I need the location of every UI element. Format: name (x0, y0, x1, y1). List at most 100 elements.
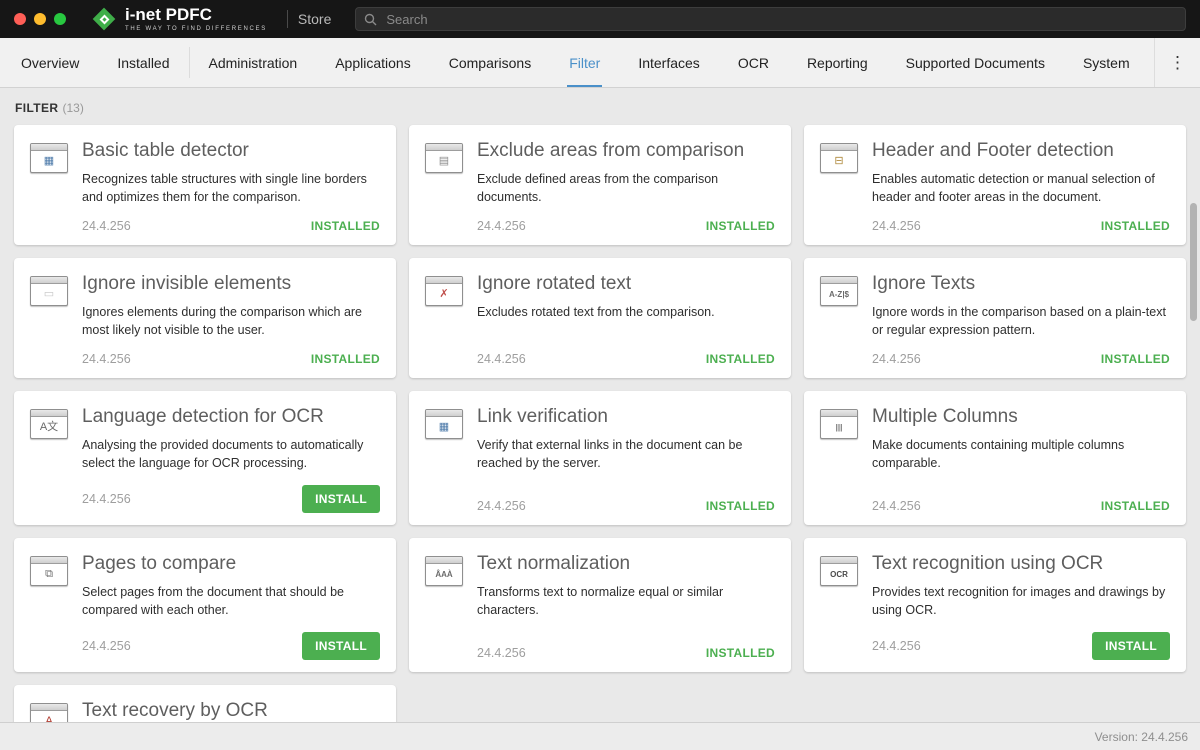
plugin-card[interactable]: A文 Language detection for OCR Analysing … (14, 391, 396, 525)
card-footer: 24.4.256 INSTALLED (82, 206, 380, 233)
plugin-card[interactable]: ||| Multiple Columns Make documents cont… (804, 391, 1186, 525)
tab-ocr[interactable]: OCR (719, 38, 788, 87)
plugin-icon-titlebar (31, 557, 67, 564)
plugin-version: 24.4.256 (477, 352, 526, 366)
plugin-description: Analysing the provided documents to auto… (82, 436, 380, 472)
section-title: Store (298, 11, 331, 27)
filter-count: (13) (63, 101, 84, 115)
card-text: Text recovery by OCR A filter that uses … (82, 700, 380, 722)
install-button[interactable]: INSTALL (302, 485, 380, 513)
card-text: Language detection for OCR Analysing the… (82, 406, 380, 472)
plugin-title: Text recognition using OCR (872, 553, 1170, 575)
plugin-version: 24.4.256 (872, 352, 921, 366)
card-top: OCR Text recognition using OCR Provides … (820, 553, 1170, 619)
plugin-card[interactable]: ÂAÀ Text normalization Transforms text t… (409, 538, 791, 672)
title-bar: i-net PDFC THE WAY TO FIND DIFFERENCES S… (0, 0, 1200, 38)
plugin-version: 24.4.256 (82, 492, 131, 506)
plugin-title: Header and Footer detection (872, 140, 1170, 162)
more-options-icon[interactable] (1154, 38, 1200, 87)
card-footer: 24.4.256 INSTALL (872, 619, 1170, 660)
plugin-card[interactable]: ⊟ Header and Footer detection Enables au… (804, 125, 1186, 245)
tab-applications[interactable]: Applications (316, 38, 430, 87)
card-top: ▦ Basic table detector Recognizes table … (30, 140, 380, 206)
install-button[interactable]: INSTALL (302, 632, 380, 660)
brand-name: i-net PDFC (125, 6, 267, 23)
plugin-icon-body: ▦ (31, 151, 67, 172)
card-text: Ignore rotated text Excludes rotated tex… (477, 273, 775, 321)
search-box[interactable] (355, 7, 1186, 31)
plugin-card[interactable]: OCR Text recognition using OCR Provides … (804, 538, 1186, 672)
plugin-description: Provides text recognition for images and… (872, 583, 1170, 619)
plugin-description: Ignore words in the comparison based on … (872, 303, 1170, 339)
search-input[interactable] (384, 11, 1177, 28)
plugin-title: Ignore Texts (872, 273, 1170, 295)
tab-comparisons[interactable]: Comparisons (430, 38, 550, 87)
plugin-icon-glyph: ▤ (439, 156, 449, 167)
plugin-icon-glyph: OCR (830, 571, 848, 579)
zoom-window-button[interactable] (54, 13, 66, 25)
ocr-recovery-icon: A (30, 703, 68, 722)
install-button[interactable]: INSTALL (1092, 632, 1170, 660)
plugin-version: 24.4.256 (872, 499, 921, 513)
plugin-icon-titlebar (821, 557, 857, 564)
tab-reporting[interactable]: Reporting (788, 38, 887, 87)
exclude-areas-icon: ▤ (425, 143, 463, 173)
plugin-card[interactable]: A Text recovery by OCR A filter that use… (14, 685, 396, 722)
card-top: ⧉ Pages to compare Select pages from the… (30, 553, 380, 619)
plugin-card[interactable]: ▤ Exclude areas from comparison Exclude … (409, 125, 791, 245)
window-controls (14, 13, 66, 25)
plugin-icon-body: ÂAÀ (426, 564, 462, 585)
plugin-icon-glyph: ▭ (44, 289, 54, 300)
plugin-icon-body: ✗ (426, 284, 462, 305)
tab-overview[interactable]: Overview (2, 38, 98, 87)
tab-interfaces[interactable]: Interfaces (619, 38, 718, 87)
vertical-scrollbar[interactable] (1190, 203, 1197, 321)
plugin-title: Pages to compare (82, 553, 380, 575)
plugin-title: Basic table detector (82, 140, 380, 162)
plugin-card[interactable]: ▭ Ignore invisible elements Ignores elem… (14, 258, 396, 378)
pages-compare-icon: ⧉ (30, 556, 68, 586)
card-top: ✗ Ignore rotated text Excludes rotated t… (425, 273, 775, 321)
card-footer: 24.4.256 INSTALLED (477, 339, 775, 366)
plugin-icon-body: ▦ (426, 417, 462, 438)
card-top: ÂAÀ Text normalization Transforms text t… (425, 553, 775, 619)
card-grid: ▦ Basic table detector Recognizes table … (14, 125, 1186, 722)
plugin-card[interactable]: ▦ Basic table detector Recognizes table … (14, 125, 396, 245)
filter-heading: FILTER (15, 101, 59, 115)
plugin-description: Recognizes table structures with single … (82, 170, 380, 206)
plugin-icon-glyph: ✗ (439, 289, 448, 300)
invisible-elements-icon: ▭ (30, 276, 68, 306)
plugin-card[interactable]: ▦ Link verification Verify that external… (409, 391, 791, 525)
close-window-button[interactable] (14, 13, 26, 25)
card-top: A-Z|$ Ignore Texts Ignore words in the c… (820, 273, 1170, 339)
tab-filter[interactable]: Filter (550, 38, 619, 87)
ocr-recognition-icon: OCR (820, 556, 858, 586)
card-footer: 24.4.256 INSTALLED (477, 633, 775, 660)
link-verification-icon: ▦ (425, 409, 463, 439)
card-footer: 24.4.256 INSTALL (82, 619, 380, 660)
card-top: ||| Multiple Columns Make documents cont… (820, 406, 1170, 472)
minimize-window-button[interactable] (34, 13, 46, 25)
plugin-version: 24.4.256 (477, 219, 526, 233)
section-heading: FILTER (13) (14, 88, 1186, 125)
plugin-icon-glyph: A-Z|$ (829, 291, 849, 299)
tab-supported-documents[interactable]: Supported Documents (887, 38, 1064, 87)
plugin-icon-glyph: ||| (836, 424, 843, 432)
tab-system[interactable]: System (1064, 38, 1149, 87)
card-text: Multiple Columns Make documents containi… (872, 406, 1170, 472)
tab-installed[interactable]: Installed (98, 38, 188, 87)
plugin-icon-glyph: ▦ (439, 422, 449, 433)
app-version: Version: 24.4.256 (1095, 730, 1188, 744)
plugin-description: Select pages from the document that shou… (82, 583, 380, 619)
tab-label: Supported Documents (906, 55, 1045, 71)
plugin-description: Verify that external links in the docume… (477, 436, 775, 472)
plugin-icon-titlebar (31, 704, 67, 711)
plugin-card[interactable]: ⧉ Pages to compare Select pages from the… (14, 538, 396, 672)
installed-status: INSTALLED (1101, 352, 1170, 366)
tab-administration[interactable]: Administration (190, 38, 317, 87)
inet-pdfc-logo-icon (92, 7, 116, 31)
plugin-icon-glyph: A文 (40, 422, 58, 433)
plugin-card[interactable]: A-Z|$ Ignore Texts Ignore words in the c… (804, 258, 1186, 378)
plugin-version: 24.4.256 (82, 352, 131, 366)
plugin-card[interactable]: ✗ Ignore rotated text Excludes rotated t… (409, 258, 791, 378)
